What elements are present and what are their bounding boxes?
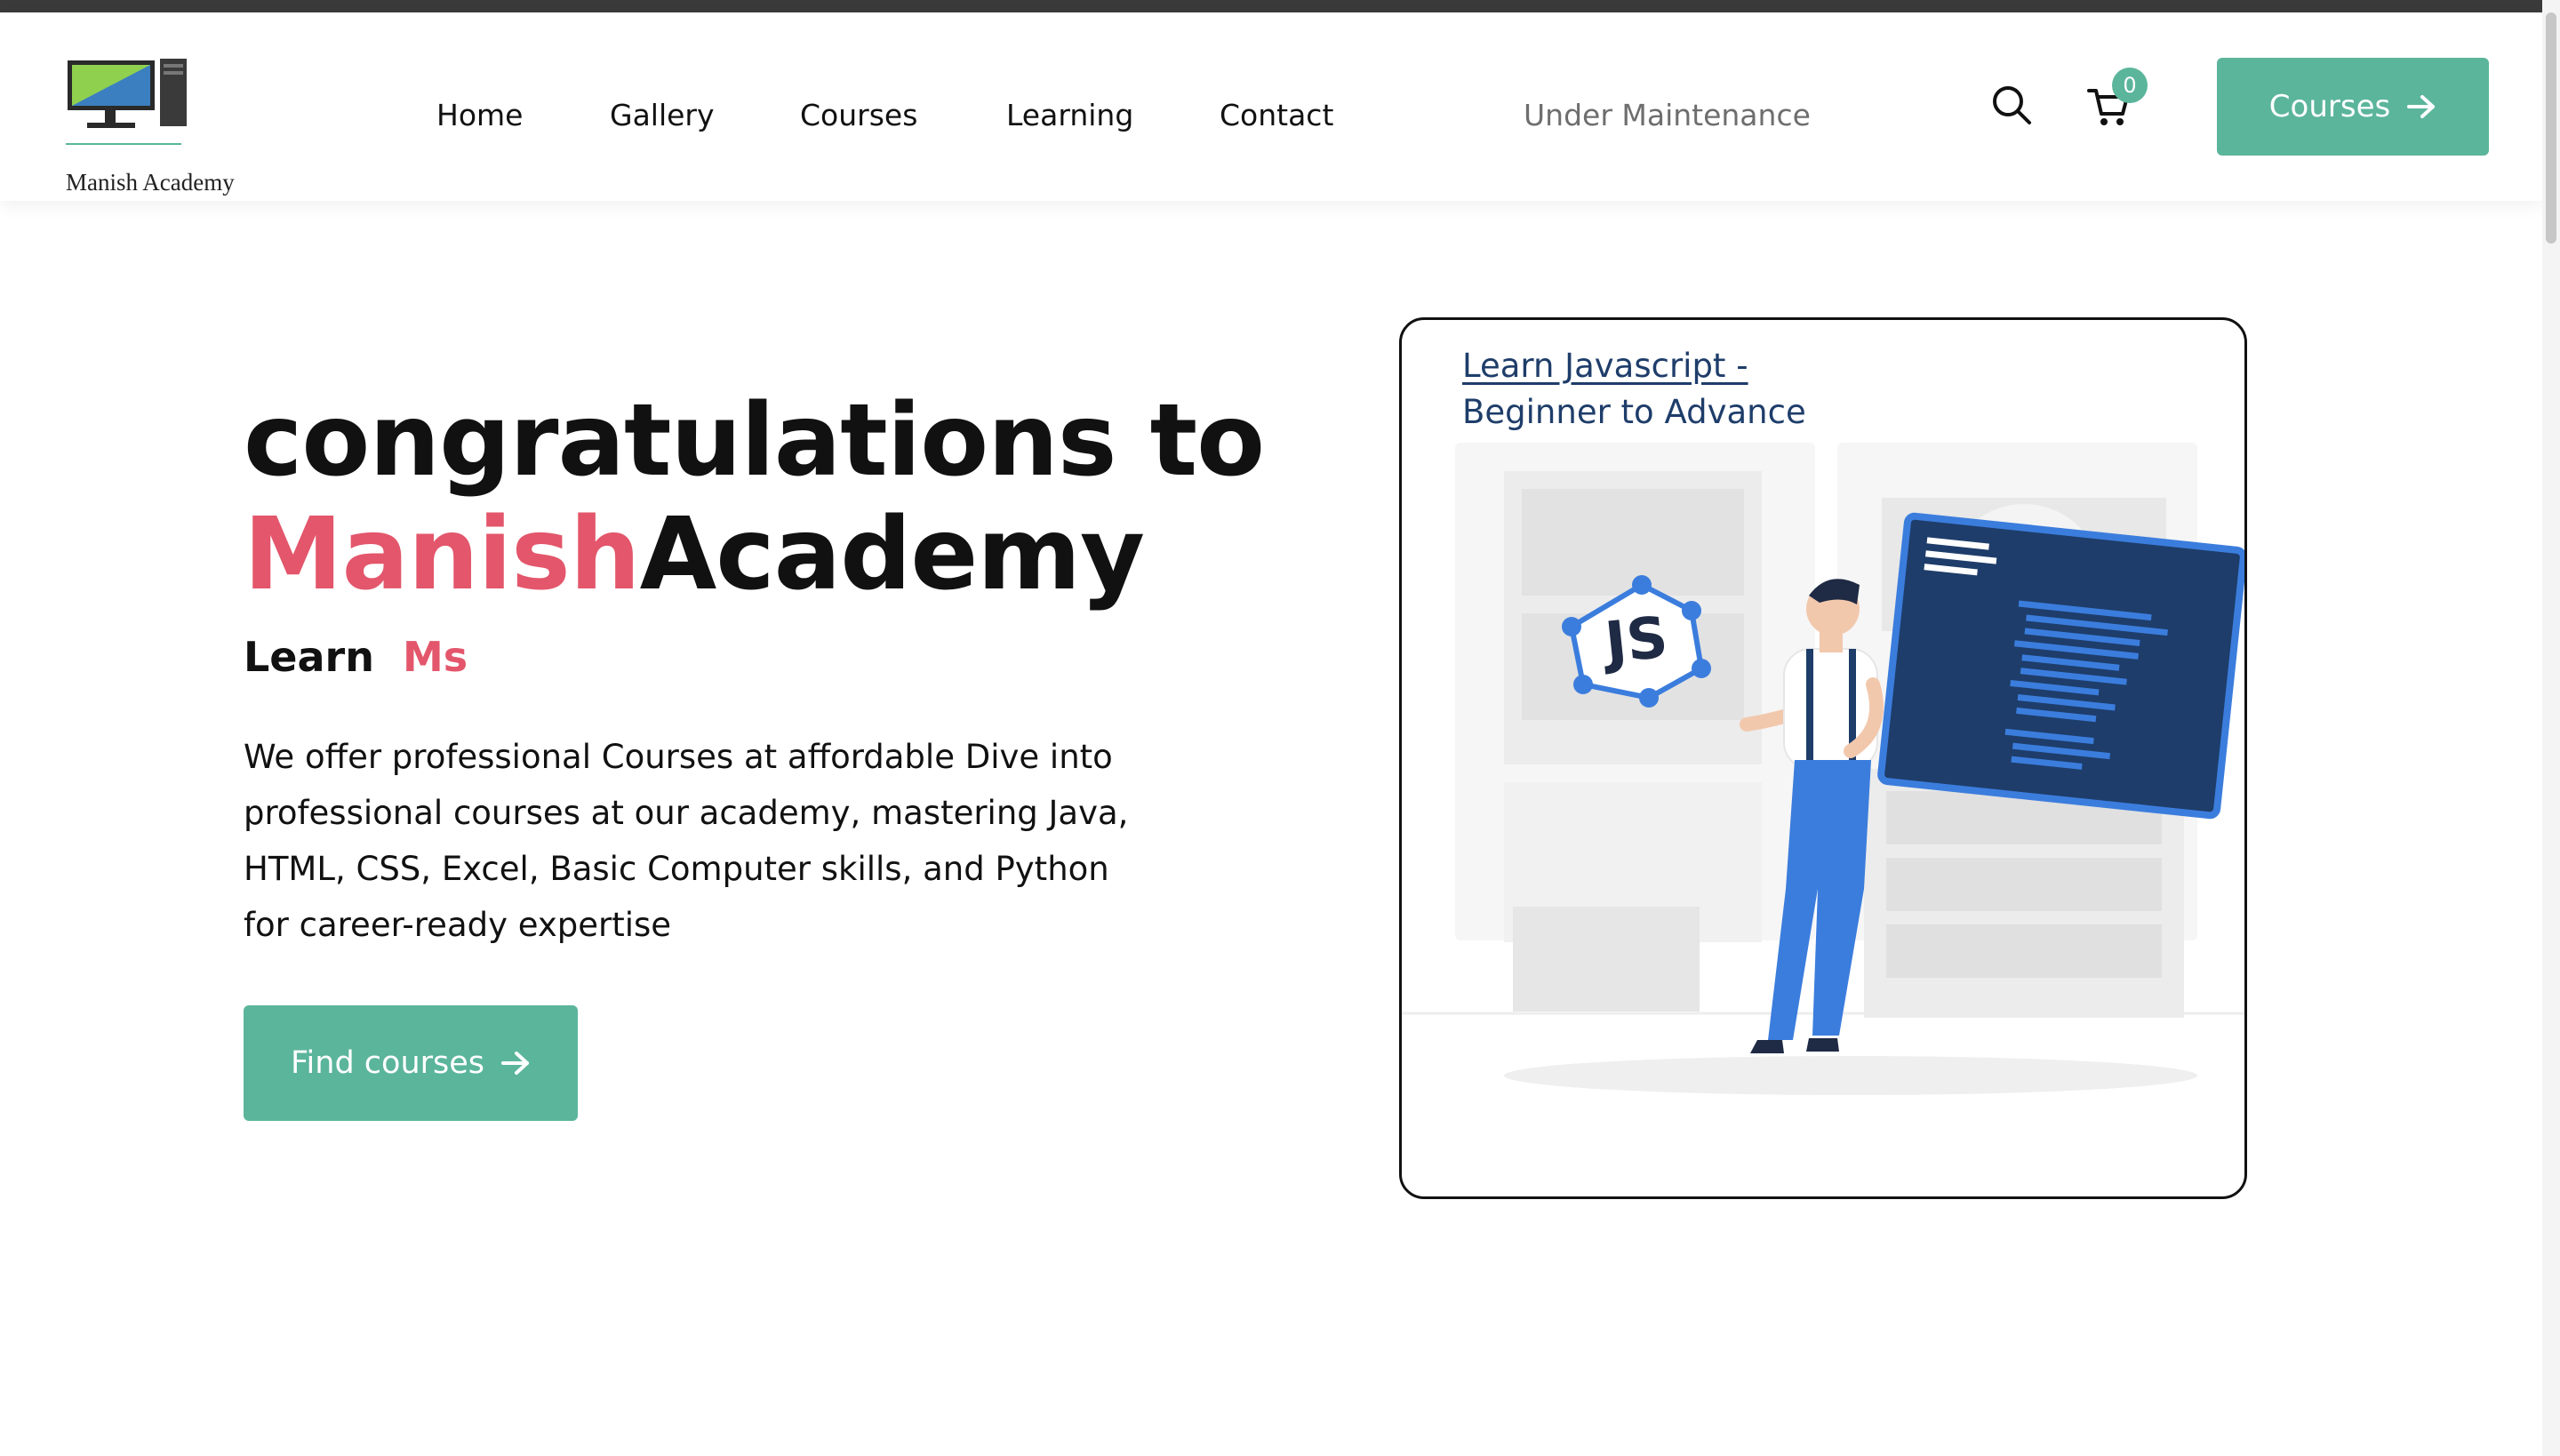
nav-gallery[interactable]: Gallery [610, 98, 715, 132]
courses-cta-button[interactable]: Courses [2217, 58, 2489, 156]
javascript-developer-illustration: JS [1402, 443, 2244, 1095]
nav-contact[interactable]: Contact [1220, 98, 1333, 132]
course-card[interactable]: Learn Javascript - Beginner to Advance J… [1399, 317, 2247, 1199]
hero-description: We offer professional Courses at afforda… [244, 738, 1129, 944]
find-courses-label: Find courses [290, 1045, 485, 1081]
hero-subtitle: Learn Ms [244, 633, 468, 681]
search-icon [1993, 86, 2031, 124]
course-card-title-line1: Learn Javascript - [1462, 347, 1748, 385]
brand-name: Manish Academy [66, 169, 235, 196]
cart-count-badge: 0 [2112, 68, 2148, 103]
js-badge-text: JS [1598, 605, 1670, 677]
search-button[interactable] [1989, 83, 2034, 127]
maintenance-notice: Under Maintenance [1524, 98, 1811, 132]
hero-title-line1: congratulations to [244, 383, 1265, 499]
hero-sub-prefix: Learn [244, 633, 374, 681]
scrollbar-thumb[interactable] [2546, 12, 2556, 244]
nav-courses[interactable]: Courses [800, 98, 917, 132]
courses-cta-label: Courses [2268, 89, 2391, 124]
hero-title-rest: Academy [639, 497, 1145, 612]
course-card-title[interactable]: Learn Javascript - Beginner to Advance [1462, 343, 1806, 436]
hero-title: congratulations to ManishAcademy [244, 383, 1265, 612]
hero-sub-highlight: Ms [403, 633, 468, 681]
brand-logo[interactable]: Manish Academy [66, 44, 244, 196]
arrow-right-icon [2407, 95, 2436, 118]
nav-home[interactable]: Home [436, 98, 523, 132]
browser-top-strip [0, 0, 2560, 12]
site-header: Manish Academy Home Gallery Courses Lear… [0, 12, 2542, 201]
arrow-right-icon [501, 1052, 530, 1075]
computer-logo-icon [66, 59, 187, 145]
hero-title-highlight: Manish [244, 497, 641, 612]
find-courses-button[interactable]: Find courses [244, 1005, 578, 1121]
nav-learning[interactable]: Learning [1006, 98, 1133, 132]
